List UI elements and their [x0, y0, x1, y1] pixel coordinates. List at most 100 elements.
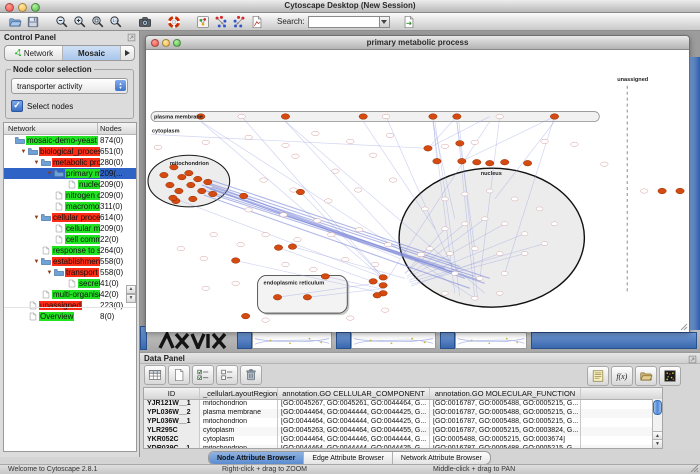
unselect-attributes-icon[interactable]	[216, 365, 238, 385]
zoom-in-icon[interactable]	[71, 14, 89, 30]
network-node-selected-color[interactable]	[198, 188, 206, 194]
network-node-selected-color[interactable]	[373, 292, 381, 298]
network-node-selected-color[interactable]	[273, 294, 281, 300]
new-attribute-icon[interactable]	[168, 365, 190, 385]
network-edge[interactable]	[363, 121, 435, 228]
table-row[interactable]: YKR052Ccytoplasm[GO:0044464, GO:0044446,…	[144, 436, 662, 445]
network-node-selected-color[interactable]	[676, 188, 684, 194]
network-node-selected-color[interactable]	[178, 174, 186, 180]
cell-id[interactable]: YDR039C__1	[144, 445, 200, 449]
network-node[interactable]	[536, 207, 543, 211]
network-node-selected-color[interactable]	[187, 182, 195, 188]
background-windows-strip[interactable]	[140, 330, 700, 352]
network-node[interactable]	[441, 144, 449, 148]
background-window-bar[interactable]	[531, 332, 697, 349]
expander-icon[interactable]: ▼	[45, 270, 54, 276]
network-node[interactable]	[177, 246, 185, 250]
network-node[interactable]	[262, 233, 270, 237]
network-node[interactable]	[381, 308, 389, 312]
search-dropdown-button[interactable]	[379, 16, 390, 28]
background-window-thumbnail[interactable]	[252, 332, 332, 349]
cell-value[interactable]: cytoplasm	[200, 436, 278, 445]
zoom-selected-icon[interactable]: 1:1	[107, 14, 125, 30]
network-node[interactable]	[496, 252, 503, 256]
network-node[interactable]	[245, 208, 253, 212]
network-node-selected-color[interactable]	[166, 182, 174, 188]
network-node-selected-color[interactable]	[169, 195, 177, 201]
network-node-selected-color[interactable]	[160, 172, 168, 178]
zoom-out-icon[interactable]	[53, 14, 71, 30]
network-node[interactable]	[501, 271, 508, 275]
table-row[interactable]: YDR039C__1mitochondrion[GO:0044464, GO:0…	[144, 445, 662, 449]
network-node-selected-color[interactable]	[175, 188, 183, 194]
cell-value[interactable]: mitochondrion	[200, 400, 278, 409]
network-node[interactable]	[232, 281, 240, 285]
network-node[interactable]	[551, 222, 558, 226]
table-row[interactable]: YPL036W__2plasma membrane[GO:0044464, GO…	[144, 409, 662, 418]
tree-row[interactable]: Overview8(0)	[4, 311, 136, 322]
network-node[interactable]	[386, 133, 394, 137]
select-nodes-checkbox[interactable]: ✓	[11, 100, 23, 112]
network-node[interactable]	[422, 207, 429, 211]
cell-value[interactable]: cytoplasm	[200, 427, 278, 436]
snapshot-camera-icon[interactable]	[136, 14, 154, 30]
node-color-dropdown[interactable]: transporter activity ▲▼	[11, 78, 128, 94]
cell-id[interactable]: YPL036W__1	[144, 418, 200, 427]
search-input[interactable]	[308, 16, 379, 28]
tree-row[interactable]: ▼primary metabo209(...	[4, 168, 136, 179]
network-node[interactable]	[154, 145, 162, 149]
network-node[interactable]	[202, 140, 210, 144]
tree-row[interactable]: secretion41(0)	[4, 278, 136, 289]
network-node[interactable]	[382, 114, 390, 118]
expander-icon[interactable]: ▼	[45, 171, 54, 177]
tab-mosaic[interactable]: Mosaic	[63, 46, 121, 60]
cell-value[interactable]: mitochondrion	[200, 445, 278, 449]
network-node[interactable]	[354, 188, 362, 192]
network-node-selected-color[interactable]	[456, 141, 464, 147]
network-node-selected-color[interactable]	[209, 191, 217, 197]
network-node[interactable]	[325, 199, 333, 203]
scrollbar-thumb[interactable]	[653, 400, 662, 415]
network-node-selected-color[interactable]	[274, 245, 282, 251]
cell-value[interactable]: [GO:0045263, GO:0044464, GO:0044455, G..…	[278, 427, 430, 436]
cell-value[interactable]: mitochondrion	[200, 418, 278, 427]
select-attributes-icon[interactable]	[192, 365, 214, 385]
layout-nodes-alt-icon[interactable]	[230, 14, 248, 30]
open-folder-icon[interactable]	[635, 366, 657, 386]
network-node[interactable]	[294, 237, 302, 241]
cell-value[interactable]: [GO:0016787, GO:0005488, GO:0005215, G..…	[430, 400, 581, 409]
network-node[interactable]	[260, 178, 268, 182]
app-titlebar[interactable]: Cytoscape Desktop (New Session)	[0, 0, 700, 13]
network-node[interactable]	[640, 189, 648, 193]
network-node[interactable]	[312, 131, 320, 135]
table-row[interactable]: YJR121W__1mitochondrion[GO:0045267, GO:0…	[144, 400, 662, 409]
network-node[interactable]	[496, 291, 503, 295]
tree-scrollbar[interactable]: ▲ ▼	[126, 285, 136, 303]
network-node[interactable]	[292, 154, 300, 158]
cell-value[interactable]: [GO:0044464, GO:0044446, GO:0044444, G..…	[278, 436, 430, 445]
cell-value[interactable]: [GO:0016787, GO:0005488, GO:0005215, G..…	[430, 418, 581, 427]
background-window-thumbnail[interactable]	[455, 332, 527, 349]
network-node[interactable]	[332, 169, 340, 173]
network-node-selected-color[interactable]	[379, 283, 387, 289]
network-node[interactable]	[369, 153, 377, 157]
app-resize-grip-icon[interactable]	[690, 464, 699, 473]
formula-icon[interactable]: f(x)	[611, 366, 633, 386]
network-node[interactable]	[341, 257, 349, 261]
background-window-edge[interactable]	[689, 57, 700, 333]
network-node-selected-color[interactable]	[189, 196, 197, 202]
tree-row[interactable]: ▼establishment of lo558(0)	[4, 256, 136, 267]
cell-value[interactable]: [GO:0044464, GO:0044444, GO:0044425, G..…	[278, 445, 430, 449]
network-node-selected-color[interactable]	[296, 189, 304, 195]
network-node[interactable]	[471, 140, 479, 144]
network-node[interactable]	[310, 267, 318, 271]
network-node[interactable]	[511, 197, 518, 201]
network-node-selected-color[interactable]	[359, 114, 367, 120]
layout-nodes-icon[interactable]	[212, 14, 230, 30]
network-node[interactable]	[238, 114, 246, 118]
network-node[interactable]	[461, 192, 468, 196]
network-node-selected-color[interactable]	[473, 159, 481, 165]
network-node[interactable]	[328, 233, 336, 237]
tree-row[interactable]: macromolecule311(0)	[4, 201, 136, 212]
network-node-selected-color[interactable]	[185, 170, 193, 176]
